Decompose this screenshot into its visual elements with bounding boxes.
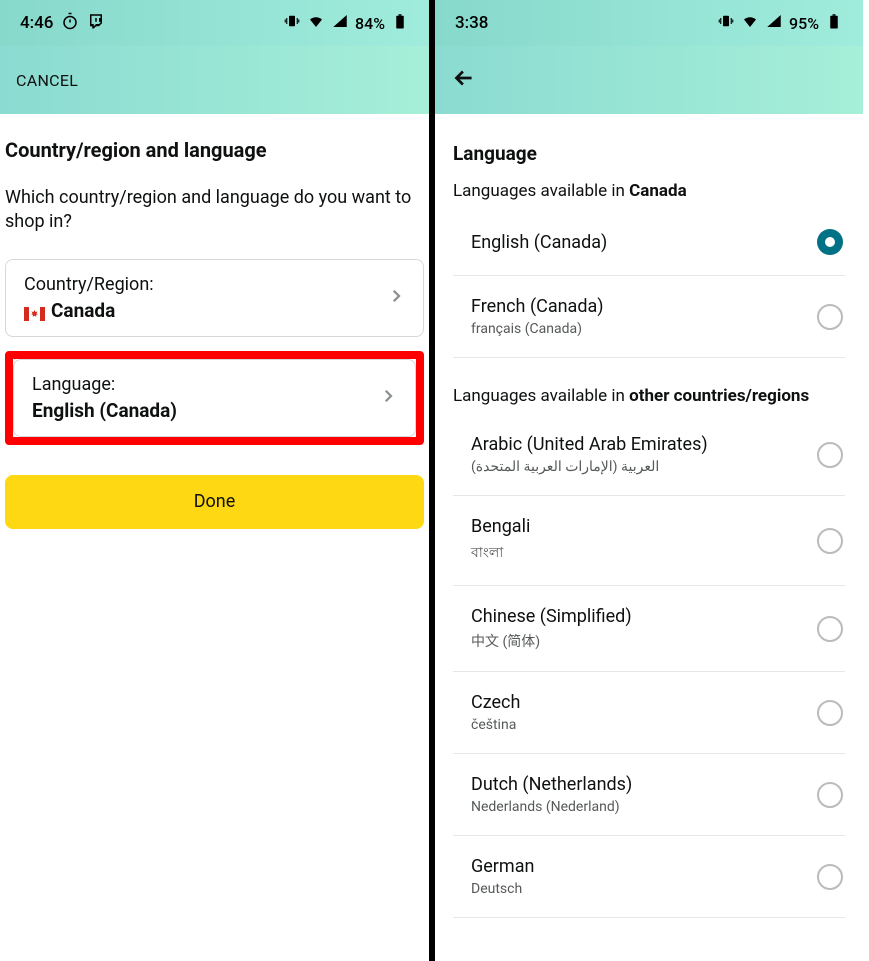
country-label: Country/Region: xyxy=(24,274,154,295)
language-list-other: Arabic (United Arab Emirates) العربية (ال… xyxy=(453,414,845,918)
language-native: Deutsch xyxy=(471,881,534,897)
language-text: English (Canada) xyxy=(471,232,607,253)
language-name: English (Canada) xyxy=(471,232,607,253)
chevron-right-icon xyxy=(379,387,397,409)
page-title: Country/region and language xyxy=(5,138,424,162)
language-text: Chinese (Simplified) 中文 (简体) xyxy=(471,606,632,651)
status-bar: 4:46 84% xyxy=(0,0,429,46)
header xyxy=(435,46,863,114)
language-native: বাংলা xyxy=(471,541,530,565)
settings-body: Country/region and language Which countr… xyxy=(0,114,429,529)
language-card-content: Language: English (Canada) xyxy=(32,374,177,422)
done-button[interactable]: Done xyxy=(5,475,424,529)
language-text: Bengali বাংলা xyxy=(471,516,530,565)
language-option[interactable]: French (Canada) français (Canada) xyxy=(453,276,845,358)
radio-button[interactable] xyxy=(817,304,843,330)
language-screen: 3:38 95% Language Languages available in xyxy=(435,0,863,961)
language-native: Nederlands (Nederland) xyxy=(471,799,632,815)
status-time: 4:46 xyxy=(20,13,53,33)
header: CANCEL xyxy=(0,46,429,114)
language-name: German xyxy=(471,856,534,877)
status-left: 3:38 xyxy=(455,13,488,33)
language-name: Dutch (Netherlands) xyxy=(471,774,632,795)
battery-icon xyxy=(391,12,409,34)
chevron-right-icon xyxy=(387,287,405,309)
arrow-left-icon xyxy=(451,65,477,91)
cancel-button[interactable]: CANCEL xyxy=(16,71,78,90)
radio-button[interactable] xyxy=(817,700,843,726)
status-right: 95% xyxy=(717,12,843,34)
radio-button[interactable] xyxy=(817,229,843,255)
country-value-text: Canada xyxy=(51,299,115,322)
section-prefix: Languages available in xyxy=(453,386,629,406)
section-prefix: Languages available in xyxy=(453,181,629,201)
canada-flag-icon xyxy=(24,303,45,317)
status-time: 3:38 xyxy=(455,13,488,33)
country-value: Canada xyxy=(24,299,154,322)
language-name: Arabic (United Arab Emirates) xyxy=(471,434,708,455)
language-name: French (Canada) xyxy=(471,296,604,317)
language-option[interactable]: Chinese (Simplified) 中文 (简体) xyxy=(453,586,845,672)
language-text: French (Canada) français (Canada) xyxy=(471,296,604,337)
radio-button[interactable] xyxy=(817,442,843,468)
language-option[interactable]: Czech čeština xyxy=(453,672,845,754)
language-option[interactable]: Arabic (United Arab Emirates) العربية (ال… xyxy=(453,414,845,496)
language-native: čeština xyxy=(471,717,520,733)
radio-button[interactable] xyxy=(817,864,843,890)
back-button[interactable] xyxy=(451,65,477,95)
radio-button[interactable] xyxy=(817,782,843,808)
language-text: German Deutsch xyxy=(471,856,534,897)
language-name: Czech xyxy=(471,692,520,713)
language-native: français (Canada) xyxy=(471,321,604,337)
language-selector[interactable]: Language: English (Canada) xyxy=(13,359,416,437)
wifi-icon xyxy=(307,12,325,34)
language-text: Dutch (Netherlands) Nederlands (Nederland… xyxy=(471,774,632,815)
section-other-label: Languages available in other countries/r… xyxy=(453,386,845,406)
language-native: 中文 (简体) xyxy=(471,631,632,651)
radio-button[interactable] xyxy=(817,616,843,642)
settings-screen: 4:46 84% CANCEL Cou xyxy=(0,0,435,961)
language-label: Language: xyxy=(32,374,177,395)
language-heading: Language xyxy=(453,142,845,165)
status-right: 84% xyxy=(283,12,409,34)
language-option[interactable]: Dutch (Netherlands) Nederlands (Nederland… xyxy=(453,754,845,836)
language-native: العربية (الإمارات العربية المتحدة) xyxy=(471,459,708,475)
battery-icon xyxy=(825,12,843,34)
status-left: 4:46 xyxy=(20,12,105,35)
radio-button[interactable] xyxy=(817,528,843,554)
language-list-canada: English (Canada) French (Canada) français … xyxy=(453,209,845,358)
language-name: Bengali xyxy=(471,516,530,537)
language-text: Czech čeština xyxy=(471,692,520,733)
language-name: Chinese (Simplified) xyxy=(471,606,632,627)
battery-percent: 95% xyxy=(789,14,819,33)
signal-icon xyxy=(765,12,783,34)
language-text: Arabic (United Arab Emirates) العربية (ال… xyxy=(471,434,708,475)
language-option[interactable]: German Deutsch xyxy=(453,836,845,918)
stopwatch-icon xyxy=(61,12,79,35)
language-body: Language Languages available in Canada E… xyxy=(435,114,863,918)
battery-percent: 84% xyxy=(355,14,385,33)
country-region-selector[interactable]: Country/Region: Canada xyxy=(5,259,424,337)
twitch-icon xyxy=(87,12,105,35)
page-subtitle: Which country/region and language do you… xyxy=(5,186,424,235)
section-bold: other countries/regions xyxy=(629,386,809,406)
language-value: English (Canada) xyxy=(32,399,177,422)
section-canada-label: Languages available in Canada xyxy=(453,181,845,201)
signal-icon xyxy=(331,12,349,34)
highlight-box: Language: English (Canada) xyxy=(5,351,424,445)
language-option[interactable]: English (Canada) xyxy=(453,209,845,276)
wifi-icon xyxy=(741,12,759,34)
status-bar: 3:38 95% xyxy=(435,0,863,46)
section-bold: Canada xyxy=(629,181,687,201)
language-option[interactable]: Bengali বাংলা xyxy=(453,496,845,586)
country-card-content: Country/Region: Canada xyxy=(24,274,154,322)
vibrate-icon xyxy=(717,12,735,34)
vibrate-icon xyxy=(283,12,301,34)
